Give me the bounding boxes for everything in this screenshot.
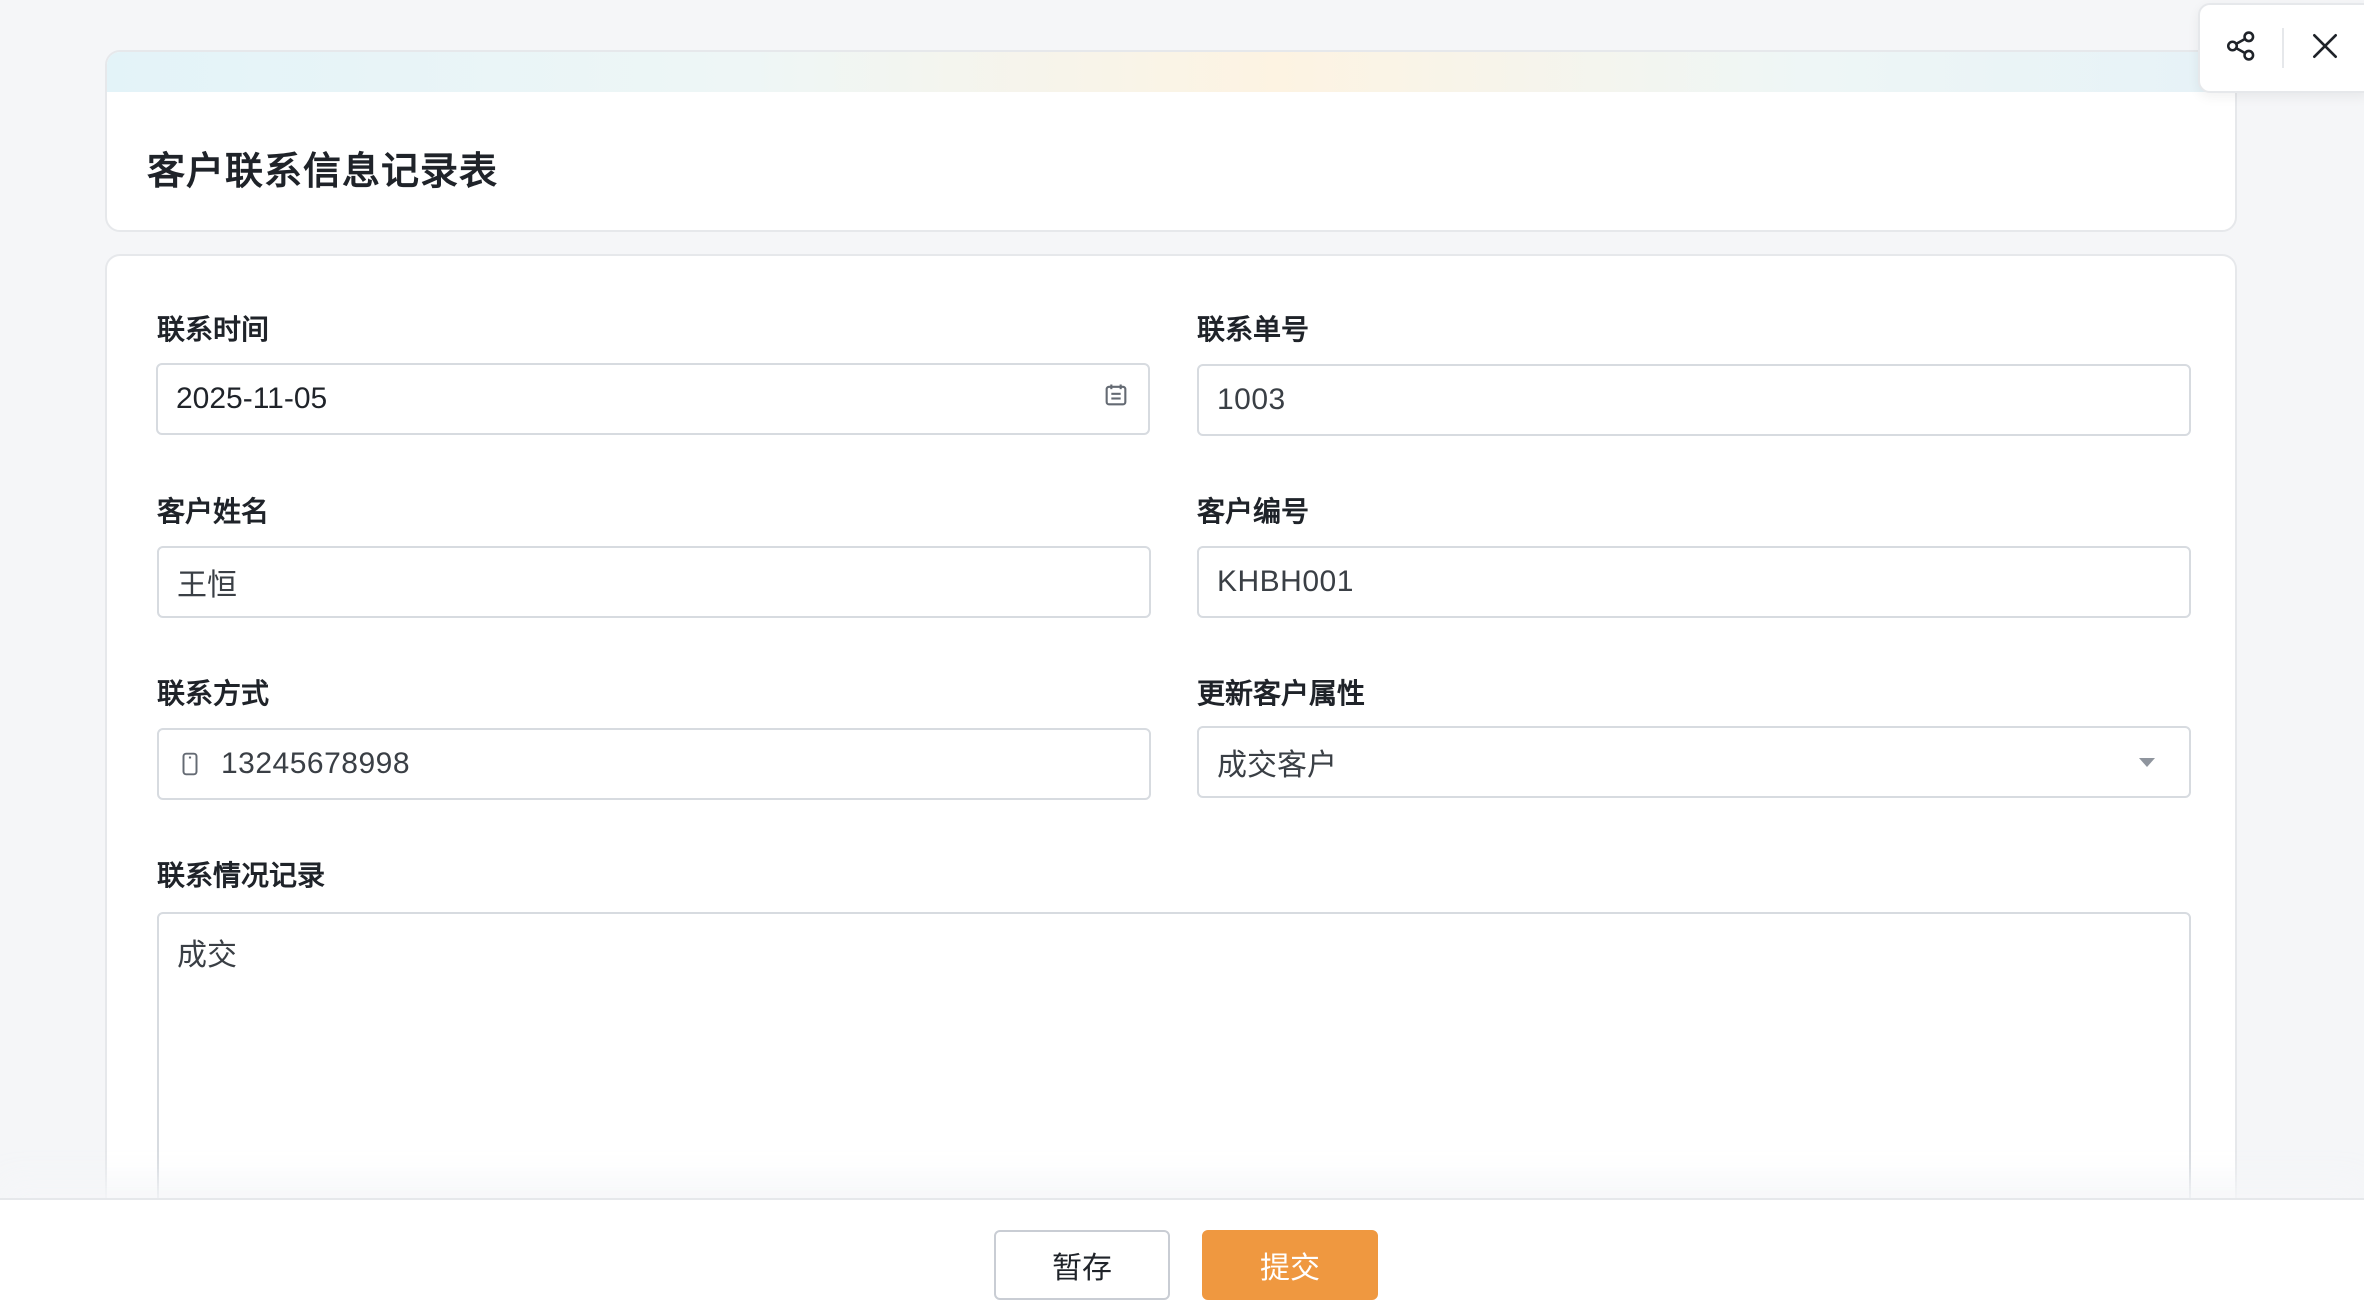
- close-icon: [2309, 30, 2341, 66]
- share-icon: [2224, 29, 2258, 67]
- contact-time-input[interactable]: 2025-11-05: [156, 363, 1150, 435]
- footer-bar: 暂存 提交: [0, 1198, 2364, 1316]
- contact-record-label: 联系情况记录: [157, 859, 326, 892]
- calendar-icon: [1102, 381, 1130, 417]
- title-card: 客户联系信息记录表: [105, 50, 2237, 232]
- customer-attr-select[interactable]: 成交客户: [1197, 726, 2191, 798]
- contact-no-value: 1003: [1217, 383, 1286, 416]
- page-title: 客户联系信息记录表: [147, 149, 499, 193]
- customer-attr-value: 成交客户: [1217, 748, 1337, 783]
- share-button[interactable]: [2200, 5, 2282, 91]
- title-gradient-bar: [107, 52, 2235, 92]
- customer-code-value: KHBH001: [1217, 565, 1354, 598]
- customer-name-value: 王恒: [177, 568, 237, 603]
- customer-name-label: 客户姓名: [157, 495, 270, 528]
- phone-icon: [177, 749, 207, 779]
- contact-no-label: 联系单号: [1197, 313, 1310, 346]
- customer-attr-label: 更新客户属性: [1197, 677, 1366, 710]
- contact-method-label: 联系方式: [157, 677, 270, 710]
- form-card: 联系时间 2025-11-05 联系单号 1003 客户姓名 王恒 客户编号 K…: [105, 254, 2237, 1316]
- submit-button[interactable]: 提交: [1202, 1230, 1378, 1300]
- contact-time-label: 联系时间: [157, 313, 270, 346]
- form-page: 客户联系信息记录表 联系时间 2025-11-05 联系单号 1003 客户姓名…: [0, 0, 2364, 1316]
- window-actions: [2198, 3, 2364, 93]
- customer-code-label: 客户编号: [1197, 495, 1310, 528]
- contact-no-input[interactable]: 1003: [1197, 364, 2191, 436]
- save-draft-button[interactable]: 暂存: [994, 1230, 1170, 1300]
- customer-code-input[interactable]: KHBH001: [1197, 546, 2191, 618]
- contact-record-value: 成交: [177, 938, 237, 973]
- contact-method-value: 13245678998: [221, 747, 411, 780]
- contact-time-value: 2025-11-05: [176, 382, 328, 415]
- close-button[interactable]: [2284, 5, 2364, 91]
- dropdown-caret-icon: [2139, 757, 2155, 767]
- customer-name-input[interactable]: 王恒: [157, 546, 1151, 618]
- contact-method-input[interactable]: 13245678998: [157, 728, 1151, 800]
